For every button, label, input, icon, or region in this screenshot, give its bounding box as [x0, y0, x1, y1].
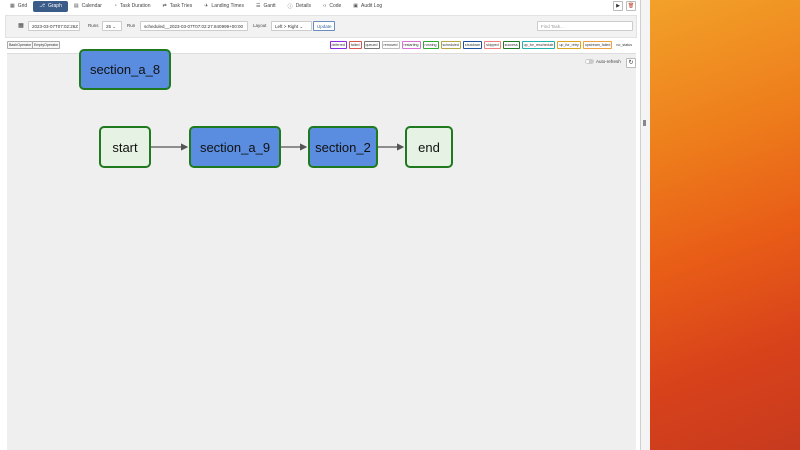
legend-skipped[interactable]: skipped [484, 41, 501, 49]
node-label: start [112, 139, 138, 155]
layout-value: Left > Right [275, 24, 299, 29]
toggle-switch[interactable] [585, 59, 594, 64]
tab-label: Landing Times [211, 3, 244, 9]
node-label: section_a_8 [89, 62, 161, 77]
tab-task-duration[interactable]: ◔ Task Duration [108, 1, 157, 12]
node-end[interactable]: end [405, 126, 453, 168]
tab-graph[interactable]: ⎇ Graph [33, 0, 68, 12]
calendar-icon: ▤ [73, 3, 79, 9]
tab-label: Task Duration [119, 3, 151, 9]
layout-label: Layout [253, 23, 267, 28]
tab-code[interactable]: ‹› Code [317, 1, 347, 12]
node-label: section_a_9 [199, 139, 271, 155]
legend-no-status[interactable]: no_status [614, 41, 634, 49]
node-section_2[interactable]: section_2 [308, 126, 378, 168]
grid-icon: ▦ [10, 3, 15, 9]
legend-restarting[interactable]: restarting [401, 41, 421, 49]
dag-graph-canvas[interactable]: Auto-refresh ↻ section_a_8 start section… [7, 49, 636, 450]
airflow-window: ▦ Grid ⎇ Graph ▤ Calendar ◔ Task Duration ⇄ Task … [0, 0, 640, 450]
tab-label: Graph [47, 3, 62, 9]
run-label: Run [127, 23, 136, 28]
dag-view-tabs: ▦ Grid ⎇ Graph ▤ Calendar ◔ Task Duration ⇄ Task … [4, 0, 388, 12]
legend-success[interactable]: success [502, 41, 520, 49]
legend-failed[interactable]: failed [348, 41, 362, 49]
operator-badge: EmptyOperator [32, 41, 61, 49]
graph-edges [151, 143, 405, 151]
desktop-wallpaper [640, 0, 800, 450]
auto-refresh-label: Auto-refresh [596, 59, 621, 64]
legend-deferred[interactable]: deferred [329, 41, 347, 49]
tab-label: Calendar [81, 3, 102, 9]
graph-toolbar: ▦ 2023-03-07T07:02:26Z Runs 25 ⌄ Run sch… [5, 15, 637, 38]
node-start[interactable]: start [99, 126, 151, 168]
operator-badge: BashOperator [7, 41, 34, 49]
tab-audit-log[interactable]: ▣ Audit Log [347, 1, 388, 12]
tab-label: Gantt [263, 3, 276, 9]
legend-running[interactable]: running [422, 41, 439, 49]
duration-icon: ◔ [113, 3, 117, 9]
state-legend: deferred failed queued removed restarting run… [329, 41, 634, 49]
tab-task-tries[interactable]: ⇄ Task Tries [157, 1, 199, 12]
legend-shutdown[interactable]: shutdown [462, 41, 483, 49]
details-icon: ⓘ [287, 3, 293, 10]
calendar-icon[interactable]: ▦ [16, 21, 26, 31]
tab-label: Grid [17, 3, 28, 9]
runs-label: Runs [88, 23, 99, 28]
runs-select[interactable]: 25 ⌄ [102, 21, 122, 31]
legend-up-for-retry[interactable]: up_for_retry [557, 41, 581, 49]
tab-label: Code [329, 3, 342, 9]
scrollbar-thumb[interactable] [643, 120, 646, 126]
gantt-icon: ☰ [255, 3, 261, 9]
tab-label: Audit Log [361, 3, 383, 9]
auto-refresh-toggle[interactable]: Auto-refresh [585, 59, 621, 64]
chevron-down-icon: ⌄ [112, 24, 117, 29]
trigger-dag-button[interactable]: ▶ [613, 1, 623, 11]
chevron-down-icon: ⌄ [299, 24, 304, 29]
run-value: scheduled__2023-03-07T07:02:27.840999+00… [144, 24, 243, 29]
tab-details[interactable]: ⓘ Details [282, 1, 317, 12]
tab-label: Task Tries [169, 3, 193, 9]
tab-label: Details [295, 3, 311, 9]
tries-icon: ⇄ [162, 3, 167, 9]
node-section_a_8[interactable]: section_a_8 [79, 49, 171, 90]
legend-upstream-failed[interactable]: upstream_failed [582, 41, 613, 49]
tab-grid[interactable]: ▦ Grid [4, 1, 33, 12]
run-select[interactable]: scheduled__2023-03-07T07:02:27.840999+00… [140, 21, 248, 31]
landing-icon: ✈ [204, 3, 209, 9]
node-section_a_9[interactable]: section_a_9 [189, 126, 281, 168]
delete-dag-button[interactable]: 🗑 [626, 1, 636, 11]
node-label: end [418, 139, 440, 155]
window-scrollbar[interactable] [640, 0, 650, 450]
legend-removed[interactable]: removed [381, 41, 400, 49]
update-button[interactable]: Update [313, 21, 335, 31]
dag-actions: ▶ 🗑 [613, 1, 636, 11]
code-icon: ‹› [322, 3, 327, 9]
graph-icon: ⎇ [39, 3, 45, 9]
base-date-input[interactable]: 2023-03-07T07:02:26Z [28, 21, 80, 31]
refresh-button[interactable]: ↻ [626, 58, 636, 68]
runs-value: 25 [106, 24, 112, 29]
node-label: section_2 [315, 139, 371, 155]
legend-scheduled[interactable]: scheduled [440, 41, 461, 49]
legend-up-for-reschedule[interactable]: up_for_reschedule [521, 41, 556, 49]
tab-landing-times[interactable]: ✈ Landing Times [198, 1, 250, 12]
legend-queued[interactable]: queued [363, 41, 380, 49]
audit-icon: ▣ [353, 3, 359, 9]
tab-gantt[interactable]: ☰ Gantt [250, 1, 282, 12]
tab-calendar[interactable]: ▤ Calendar [68, 1, 108, 12]
find-task-input[interactable]: Find Task... [537, 21, 633, 31]
layout-select[interactable]: Left > Right ⌄ [271, 21, 312, 31]
